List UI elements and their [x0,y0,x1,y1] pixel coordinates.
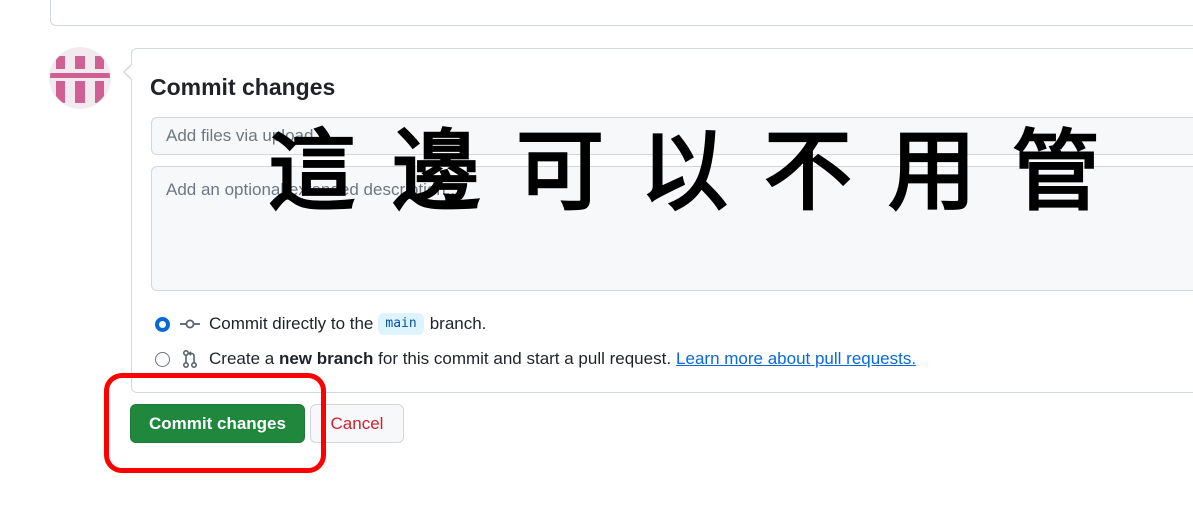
cancel-button[interactable]: Cancel [310,404,404,443]
commit-direct-radio[interactable] [155,316,170,332]
commit-description-textarea[interactable] [151,166,1193,291]
new-branch-option[interactable]: Create a new branch for this commit and … [155,349,916,369]
commit-changes-button[interactable]: Commit changes [130,404,305,443]
branch-name-badge: main [378,313,424,335]
new-branch-label-suffix: for this commit and start a pull request… [378,349,672,368]
commit-summary-input[interactable] [151,117,1193,155]
new-branch-label-prefix: Create a [209,349,275,368]
new-branch-radio[interactable] [155,351,170,367]
commit-direct-option[interactable]: Commit directly to the main branch. [155,313,486,335]
git-commit-icon [180,314,200,334]
avatar[interactable] [50,48,110,108]
panel-title: Commit changes [150,74,336,100]
git-pull-request-icon [180,349,200,369]
commit-direct-label: Commit directly to the [209,314,374,333]
previous-content-box [50,0,1193,26]
identicon-avatar-icon [50,48,110,108]
commit-direct-label-suffix: branch. [429,314,487,333]
new-branch-label-bold: new branch [278,349,374,368]
learn-more-pull-requests-link[interactable]: Learn more about pull requests. [676,349,916,369]
panel-caret-inner [125,65,132,79]
